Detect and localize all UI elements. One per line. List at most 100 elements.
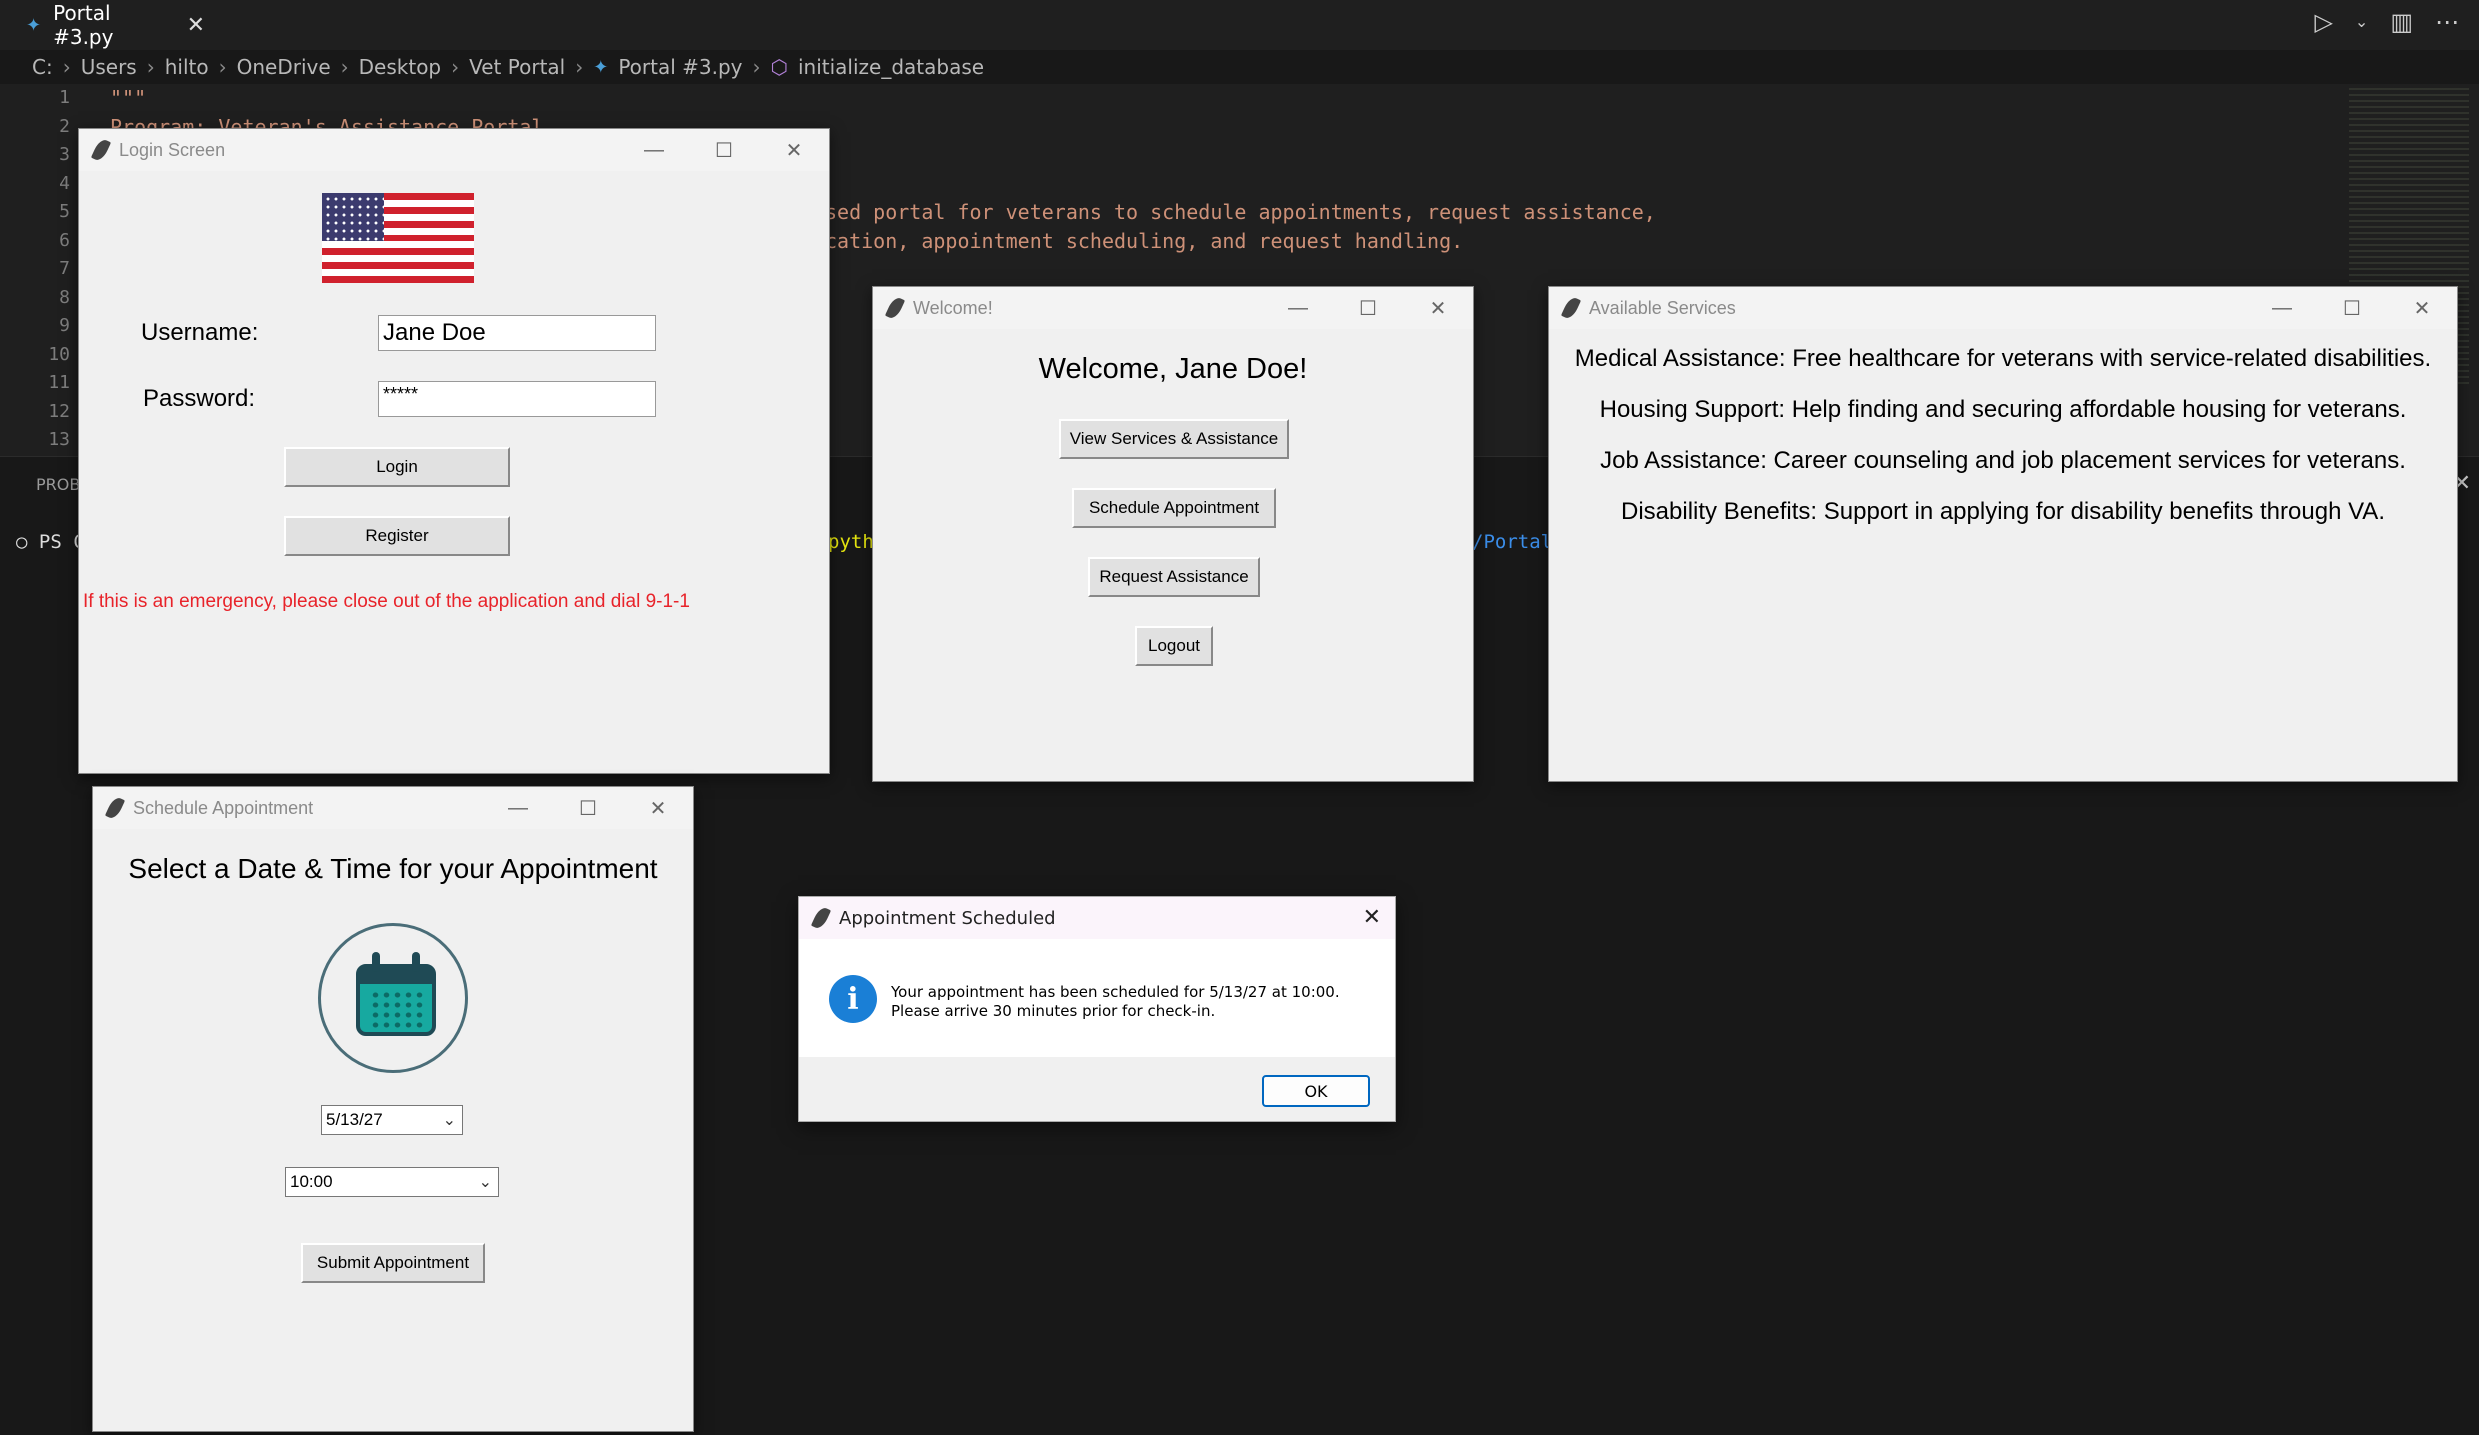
minimize-icon[interactable]: — bbox=[619, 129, 689, 171]
chevron-right-icon: › bbox=[340, 55, 349, 79]
username-label: Username: bbox=[141, 319, 259, 346]
request-assistance-button[interactable]: Request Assistance bbox=[1088, 557, 1260, 597]
line-number-gutter: 1 2 3 4 5 6 7 8 9 10 11 12 13 bbox=[0, 84, 80, 455]
dialog-message-line: Your appointment has been scheduled for … bbox=[891, 983, 1340, 1001]
window-titlebar[interactable]: Welcome! — ☐ ✕ bbox=[873, 287, 1473, 329]
editor-tab[interactable]: ✦ Portal #3.py ✕ bbox=[0, 0, 205, 50]
window-title: Schedule Appointment bbox=[133, 797, 314, 818]
service-job: Job Assistance: Career counseling and jo… bbox=[1600, 447, 2406, 474]
dialog-message: Your appointment has been scheduled for … bbox=[891, 983, 1340, 1021]
service-housing: Housing Support: Help finding and securi… bbox=[1599, 396, 2407, 423]
appointment-dialog: Appointment Scheduled ✕ i Your appointme… bbox=[798, 896, 1396, 1122]
breadcrumb-item[interactable]: Vet Portal bbox=[469, 55, 565, 79]
submit-appointment-button[interactable]: Submit Appointment bbox=[301, 1243, 485, 1283]
window-title: Welcome! bbox=[913, 297, 993, 318]
breadcrumb-item[interactable]: OneDrive bbox=[237, 55, 331, 79]
line-number: 4 bbox=[59, 172, 70, 194]
more-icon[interactable]: ⋯ bbox=[2435, 8, 2459, 36]
editor-tab-bar: ✦ Portal #3.py ✕ ▷ ⌄ ▥ ⋯ bbox=[0, 0, 2479, 50]
method-icon: ⬡ bbox=[770, 55, 788, 79]
maximize-icon[interactable]: ☐ bbox=[1333, 287, 1403, 329]
line-number: 13 bbox=[48, 429, 70, 450]
window-titlebar[interactable]: Schedule Appointment — ☐ ✕ bbox=[93, 787, 693, 829]
tk-feather-icon bbox=[810, 905, 832, 931]
password-label: Password: bbox=[143, 385, 256, 412]
terminal-text: pyth bbox=[828, 531, 874, 553]
breadcrumb-item[interactable]: initialize_database bbox=[798, 55, 984, 79]
code-line: """ bbox=[110, 86, 147, 110]
editor-actions: ▷ ⌄ ▥ ⋯ bbox=[2314, 8, 2459, 36]
line-number: 6 bbox=[59, 229, 70, 251]
maximize-icon[interactable]: ☐ bbox=[689, 129, 759, 171]
breadcrumb-item[interactable]: Users bbox=[81, 55, 137, 79]
close-icon[interactable]: ✕ bbox=[623, 787, 693, 829]
tk-feather-icon bbox=[1560, 295, 1582, 321]
service-medical: Medical Assistance: Free healthcare for … bbox=[1574, 345, 2432, 372]
editor-tab-label: Portal #3.py bbox=[53, 1, 114, 49]
line-number: 5 bbox=[59, 201, 70, 222]
breadcrumb-item[interactable]: Desktop bbox=[359, 55, 441, 79]
service-disability: Disability Benefits: Support in applying… bbox=[1621, 498, 2385, 525]
view-services-button[interactable]: View Services & Assistance bbox=[1059, 419, 1289, 459]
breadcrumb-item[interactable]: C: bbox=[32, 55, 53, 79]
info-icon: i bbox=[829, 975, 877, 1023]
chevron-right-icon: › bbox=[451, 55, 460, 79]
line-number: 11 bbox=[48, 372, 70, 393]
maximize-icon[interactable]: ☐ bbox=[553, 787, 623, 829]
close-icon[interactable]: ✕ bbox=[187, 13, 205, 38]
split-editor-icon[interactable]: ▥ bbox=[2390, 8, 2413, 36]
username-field[interactable]: Jane Doe bbox=[378, 315, 656, 351]
line-number: 2 bbox=[59, 115, 70, 137]
run-icon[interactable]: ▷ bbox=[2314, 8, 2332, 36]
time-dropdown[interactable]: 10:00 ⌄ bbox=[285, 1167, 499, 1197]
close-icon[interactable]: ✕ bbox=[1403, 287, 1473, 329]
chevron-right-icon: › bbox=[218, 55, 227, 79]
line-number: 9 bbox=[59, 315, 70, 336]
date-value: 5/13/27 bbox=[326, 1110, 383, 1129]
chevron-right-icon: › bbox=[146, 55, 155, 79]
emergency-warning: If this is an emergency, please close ou… bbox=[83, 591, 690, 612]
chevron-right-icon: › bbox=[752, 55, 761, 79]
line-number: 8 bbox=[59, 286, 70, 308]
minimize-icon[interactable]: — bbox=[483, 787, 553, 829]
schedule-appointment-button[interactable]: Schedule Appointment bbox=[1072, 488, 1276, 528]
date-dropdown[interactable]: 5/13/27 ⌄ bbox=[321, 1105, 463, 1135]
logout-button[interactable]: Logout bbox=[1135, 626, 1213, 666]
line-number: 10 bbox=[48, 343, 70, 365]
terminal-text: /Portal bbox=[1472, 531, 1553, 553]
close-icon[interactable]: ✕ bbox=[759, 129, 829, 171]
dialog-title: Appointment Scheduled bbox=[839, 907, 1056, 929]
breadcrumb-item[interactable]: hilto bbox=[165, 55, 209, 79]
window-titlebar[interactable]: Available Services — ☐ ✕ bbox=[1549, 287, 2457, 329]
chevron-down-icon[interactable]: ⌄ bbox=[2355, 8, 2368, 36]
welcome-heading: Welcome, Jane Doe! bbox=[1038, 353, 1308, 385]
window-title: Available Services bbox=[1589, 297, 1736, 318]
line-number: 7 bbox=[59, 258, 70, 279]
breadcrumb-item[interactable]: Portal #3.py bbox=[618, 55, 742, 79]
maximize-icon[interactable]: ☐ bbox=[2317, 287, 2387, 329]
calendar-icon bbox=[318, 923, 468, 1073]
window-titlebar[interactable]: Login Screen — ☐ ✕ bbox=[79, 129, 829, 171]
password-field[interactable]: ***** bbox=[378, 381, 656, 417]
tk-feather-icon bbox=[90, 137, 112, 163]
ok-button[interactable]: OK bbox=[1262, 1075, 1370, 1107]
close-icon[interactable]: ✕ bbox=[2387, 287, 2457, 329]
minimize-icon[interactable]: — bbox=[1263, 287, 1333, 329]
chevron-down-icon[interactable]: ⌄ bbox=[443, 1110, 462, 1130]
breadcrumb: C: › Users › hilto › OneDrive › Desktop › Vet… bbox=[32, 52, 984, 82]
python-file-icon: ✦ bbox=[593, 56, 609, 78]
us-flag-image bbox=[322, 193, 474, 283]
login-button[interactable]: Login bbox=[284, 447, 510, 487]
login-window: Login Screen — ☐ ✕ Username: Jane Doe Pa… bbox=[78, 128, 830, 774]
close-icon[interactable]: ✕ bbox=[1363, 905, 1381, 930]
terminal-prompt: ○ PS C bbox=[16, 531, 85, 553]
panel-tab-problems[interactable]: PROB bbox=[36, 475, 80, 494]
chevron-down-icon[interactable]: ⌄ bbox=[479, 1172, 498, 1192]
minimize-icon[interactable]: — bbox=[2247, 287, 2317, 329]
chevron-right-icon: › bbox=[62, 55, 71, 79]
dialog-titlebar[interactable]: Appointment Scheduled ✕ bbox=[799, 897, 1395, 939]
dialog-message-line: Please arrive 30 minutes prior for check… bbox=[891, 1002, 1216, 1020]
time-value: 10:00 bbox=[290, 1172, 333, 1191]
line-number: 3 bbox=[59, 144, 70, 165]
register-button[interactable]: Register bbox=[284, 516, 510, 556]
